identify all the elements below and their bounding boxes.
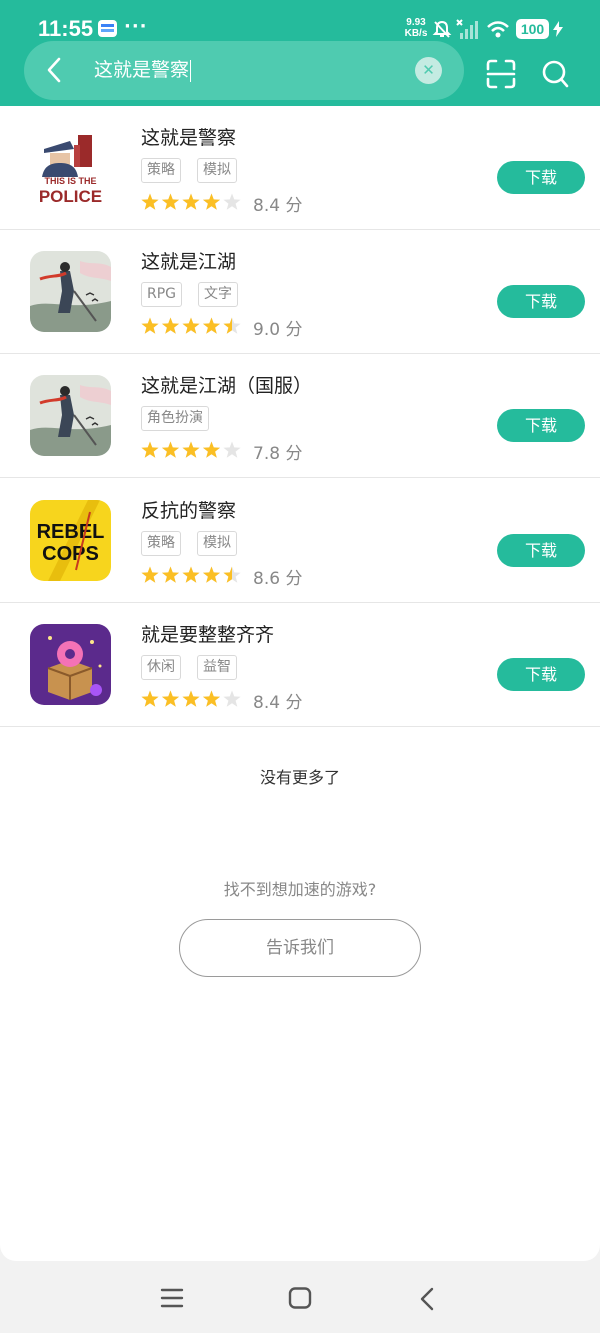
star-rating [141,690,241,707]
results-panel: THIS IS THE POLICE 这就是警察 策略模拟 8.4 分 下载 [0,106,600,1261]
back-icon[interactable] [46,57,62,83]
logo-text-line2: COPS [42,543,99,565]
net-speed-unit: KB/s [404,28,428,39]
wifi-icon [487,21,509,38]
game-icon-jianghu-cn [30,375,111,456]
score: 8.4 分 [253,693,303,713]
tag: 策略 [141,158,181,183]
star-icon [182,441,200,458]
star-icon [161,193,180,210]
logo-text-line2: POLICE [39,187,102,206]
star-icon [223,690,241,707]
cant-find-label: 找不到想加速的游戏? [223,880,377,899]
star-icon [161,317,180,334]
tag: 模拟 [197,531,237,556]
clear-icon[interactable]: ✕ [415,57,442,84]
game-name: 这就是警察 [141,127,237,149]
tag-list: 休闲 益智 [141,655,253,680]
more-notifications-icon: ··· [124,16,148,37]
star-icon [161,566,180,583]
tag: 休闲 [141,655,181,680]
star-rating [141,566,241,583]
star-rating [141,193,241,210]
star-icon [141,317,159,334]
score: 8.6 分 [253,569,303,589]
tag-list: 策略 模拟 [141,158,253,183]
tag: 模拟 [197,158,237,183]
list-item[interactable]: THIS IS THE POLICE 这就是警察 策略 模拟 8.4 分 下载 [0,106,600,230]
star-icon [182,317,200,334]
star-icon [202,441,221,458]
menu-icon[interactable] [160,1287,184,1309]
list-item[interactable]: 这就是江湖（国服） 角色扮演 7.8 分 下载 [0,354,600,478]
download-button[interactable]: 下载 [497,409,585,442]
star-icon [202,566,221,583]
tag: 益智 [197,655,237,680]
star-icon [202,317,221,334]
search-query: 这就是警察 [94,59,190,81]
star-icon [141,193,159,210]
search-icon[interactable] [542,59,570,89]
battery-indicator: 100 [516,19,549,39]
game-icon-this-is-the-police: THIS IS THE POLICE [30,127,111,208]
list-item[interactable]: 就是要整整齐齐 休闲 益智 8.4 分 下载 [0,603,600,727]
back-nav-icon[interactable] [418,1287,436,1311]
score: 8.4 分 [253,196,303,216]
game-icon-jianghu [30,251,111,332]
tag: 角色扮演 [141,406,209,431]
logo-text-line1: THIS IS THE [44,176,96,186]
signal-icon [456,19,478,39]
download-button[interactable]: 下载 [497,534,585,567]
charging-icon [553,21,563,37]
star-icon [182,690,200,707]
list-item[interactable]: 这就是江湖 RPG 文字 9.0 分 下载 [0,230,600,354]
logo-text-line1: REBEL [37,521,105,543]
tag: 文字 [198,282,239,307]
search-bar: 这就是警察 ✕ [24,41,464,100]
game-name: 就是要整整齐齐 [141,624,275,646]
star-icon [202,193,221,210]
tag-list: 角色扮演 [141,406,225,431]
system-nav-bar [0,1262,600,1333]
star-rating [141,317,241,334]
score: 7.8 分 [253,444,303,464]
star-icon [161,441,180,458]
star-icon [141,441,159,458]
download-button[interactable]: 下载 [497,285,585,318]
app-header: 11:55 ··· 9.93 KB/s 100 这就是警察 ✕ [0,0,600,106]
net-speed-value: 9.93 [406,17,426,28]
game-name: 这就是江湖 [141,251,237,273]
game-icon-zhengzheng-qiqi [30,624,111,705]
tell-us-button[interactable]: 告诉我们 [179,919,421,977]
wallet-app-icon [98,20,117,37]
home-icon[interactable] [288,1287,312,1309]
score: 9.0 分 [253,320,303,340]
game-name: 这就是江湖（国服） [141,375,313,397]
star-icon [182,193,200,210]
mute-bell-icon [432,20,452,38]
star-icon [141,690,159,707]
star-icon [182,566,200,583]
download-button[interactable]: 下载 [497,161,585,194]
star-icon [161,690,180,707]
status-time: 11:55 [38,16,94,41]
list-item[interactable]: REBEL COPS 反抗的警察 策略 模拟 8.6 分 下载 [0,479,600,603]
scan-icon[interactable] [486,59,516,89]
no-more-label: 没有更多了 [259,768,340,787]
tag: 策略 [141,531,181,556]
search-input[interactable]: 这就是警察 [94,57,192,83]
star-icon [202,690,221,707]
star-icon [223,193,241,210]
net-speed: 9.93 KB/s [401,17,431,39]
star-icon [223,441,241,458]
game-name: 反抗的警察 [141,500,237,522]
tag: RPG [141,282,183,307]
game-icon-rebel-cops: REBEL COPS [30,500,111,581]
text-caret [190,59,192,82]
download-button[interactable]: 下载 [497,658,585,691]
tag-list: 策略 模拟 [141,531,253,556]
tag-list: RPG 文字 [141,282,254,307]
star-icon [141,566,159,583]
star-rating [141,441,241,458]
